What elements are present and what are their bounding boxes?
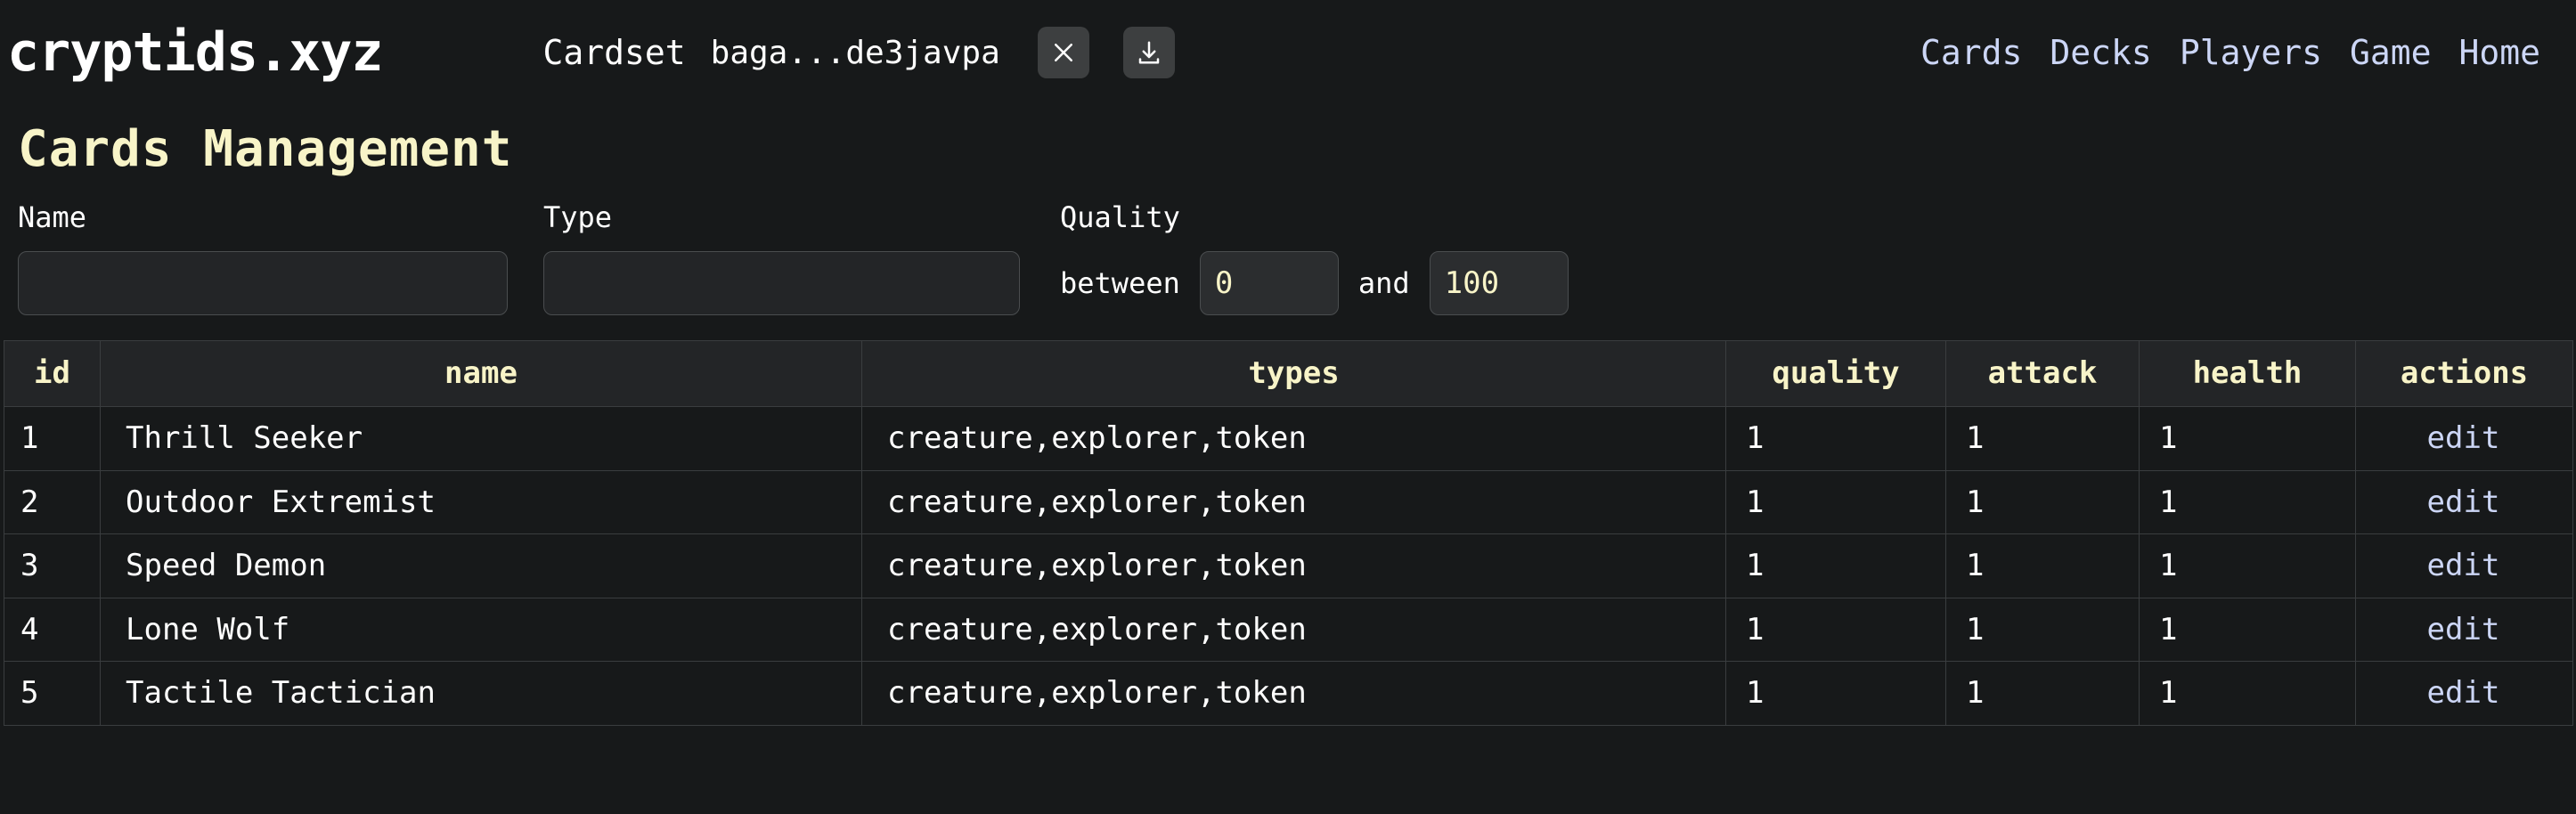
cell-id: 2 [4, 469, 101, 535]
top-header-bar: cryptids.xyz Cardset baga...de3javpa Car… [0, 0, 2576, 105]
cardset-selector: Cardset baga...de3javpa [542, 27, 1175, 78]
quality-min-input[interactable] [1199, 251, 1339, 316]
edit-card-link[interactable]: edit [2427, 484, 2500, 520]
between-word: between [1060, 266, 1180, 301]
cell-quality: 1 [1725, 406, 1946, 471]
cell-name: Thrill Seeker [100, 406, 862, 471]
cell-id: 1 [4, 406, 101, 471]
cell-types: creature,explorer,token [861, 597, 1726, 663]
nav-link-cards[interactable]: Cards [1920, 33, 2022, 72]
cardset-label: Cardset [542, 33, 686, 72]
quality-range-row: between and [1060, 251, 1569, 316]
main-navigation: Cards Decks Players Game Home [1920, 33, 2540, 72]
table-row: 1 Thrill Seeker creature,explorer,token 1 1 1… [4, 406, 2573, 471]
nav-link-game[interactable]: Game [2350, 33, 2432, 72]
cell-name: Lone Wolf [100, 597, 862, 663]
column-header-health[interactable]: health [2139, 340, 2356, 408]
cell-attack: 1 [1945, 597, 2140, 663]
column-header-name[interactable]: name [100, 340, 862, 408]
cell-quality: 1 [1725, 533, 1946, 598]
close-icon [1050, 39, 1077, 66]
cell-id: 5 [4, 661, 101, 726]
cell-health: 1 [2139, 469, 2356, 535]
filter-group-name: Name [18, 200, 508, 316]
table-row: 5 Tactile Tactician creature,explorer,toke… [4, 661, 2573, 726]
quality-filter-label: Quality [1060, 200, 1180, 235]
column-header-types[interactable]: types [861, 340, 1726, 408]
page-title: Cards Management [18, 120, 513, 178]
cell-health: 1 [2139, 597, 2356, 663]
table-header-row: id name types quality attack health acti… [4, 340, 2573, 408]
nav-link-decks[interactable]: Decks [2050, 33, 2151, 72]
download-icon [1136, 39, 1162, 66]
cards-table-head: id name types quality attack health acti… [4, 340, 2573, 408]
cards-table-container: id name types quality attack health acti… [4, 340, 2573, 726]
edit-card-link[interactable]: edit [2427, 612, 2500, 647]
cell-health: 1 [2139, 533, 2356, 598]
main-content: Cards Management Name Type Quality betwe… [0, 120, 2576, 726]
cell-id: 4 [4, 597, 101, 663]
column-header-actions[interactable]: actions [2355, 340, 2573, 408]
column-header-quality[interactable]: quality [1725, 340, 1946, 408]
column-header-attack[interactable]: attack [1945, 340, 2140, 408]
cards-table: id name types quality attack health acti… [4, 340, 2573, 726]
cell-id: 3 [4, 533, 101, 598]
cell-types: creature,explorer,token [861, 469, 1726, 535]
cell-actions: edit [2355, 406, 2573, 471]
cell-attack: 1 [1945, 661, 2140, 726]
and-word: and [1357, 266, 1410, 301]
name-filter-label: Name [18, 200, 87, 235]
edit-card-link[interactable]: edit [2427, 420, 2500, 456]
table-row: 3 Speed Demon creature,explorer,token 1 1 1 ed… [4, 533, 2573, 598]
cell-attack: 1 [1945, 533, 2140, 598]
cell-types: creature,explorer,token [861, 533, 1726, 598]
filter-group-quality: Quality between and [1060, 200, 1569, 316]
table-row: 2 Outdoor Extremist creature,explorer,toke… [4, 469, 2573, 535]
cell-types: creature,explorer,token [861, 661, 1726, 726]
cell-actions: edit [2355, 661, 2573, 726]
nav-link-players[interactable]: Players [2180, 33, 2322, 72]
cell-actions: edit [2355, 597, 2573, 663]
name-filter-input[interactable] [18, 251, 508, 316]
edit-card-link[interactable]: edit [2427, 675, 2500, 711]
clear-cardset-button[interactable] [1037, 27, 1089, 78]
cell-health: 1 [2139, 661, 2356, 726]
quality-max-input[interactable] [1429, 251, 1569, 316]
download-cardset-button[interactable] [1122, 27, 1175, 78]
cell-actions: edit [2355, 469, 2573, 535]
cardset-id-value: baga...de3javpa [710, 34, 1000, 71]
cell-name: Tactile Tactician [100, 661, 862, 726]
filter-group-type: Type [543, 200, 1020, 316]
cell-quality: 1 [1725, 661, 1946, 726]
cell-actions: edit [2355, 533, 2573, 598]
column-header-id[interactable]: id [4, 340, 101, 408]
site-logo[interactable]: cryptids.xyz [7, 26, 383, 79]
cell-attack: 1 [1945, 469, 2140, 535]
cell-quality: 1 [1725, 469, 1946, 535]
cell-health: 1 [2139, 406, 2356, 471]
cell-types: creature,explorer,token [861, 406, 1726, 471]
edit-card-link[interactable]: edit [2427, 548, 2500, 583]
cell-name: Speed Demon [100, 533, 862, 598]
table-row: 4 Lone Wolf creature,explorer,token 1 1 1 edit [4, 597, 2573, 663]
type-filter-label: Type [543, 200, 613, 235]
type-filter-input[interactable] [543, 251, 1020, 316]
cell-attack: 1 [1945, 406, 2140, 471]
cell-name: Outdoor Extremist [100, 469, 862, 535]
cell-quality: 1 [1725, 597, 1946, 663]
nav-link-home[interactable]: Home [2458, 33, 2540, 72]
cards-table-body: 1 Thrill Seeker creature,explorer,token 1 1 1… [4, 406, 2573, 726]
filters-bar: Name Type Quality between and [0, 203, 2576, 324]
